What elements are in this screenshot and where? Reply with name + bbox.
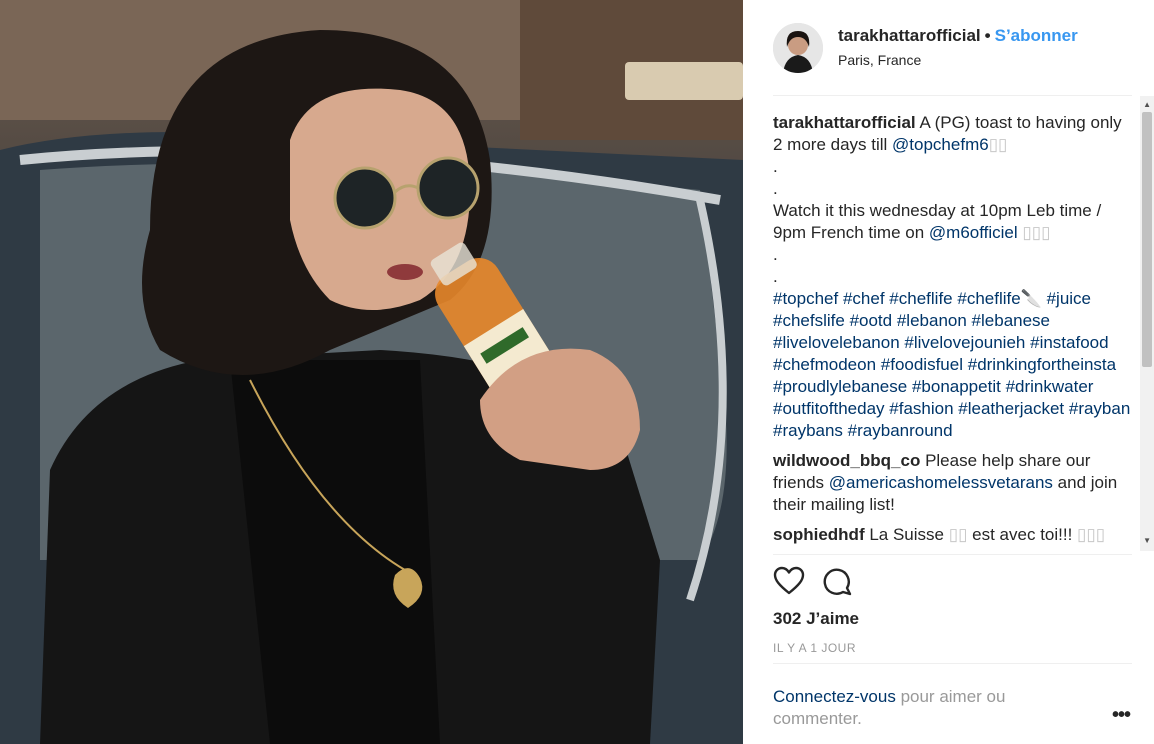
hashtag-link[interactable]: #foodisfuel [881, 355, 963, 374]
caption-username[interactable]: tarakhattarofficial [773, 113, 916, 132]
caption: tarakhattarofficial A (PG) toast to havi… [773, 112, 1133, 442]
taxi-sign [625, 62, 743, 100]
header-separator: • [984, 26, 991, 45]
hashtag-link[interactable]: #chefslife [773, 311, 845, 330]
heart-outline-icon[interactable] [773, 566, 805, 596]
post-side-panel: tarakhattarofficial • S’abonner Paris, Fra… [743, 0, 1154, 744]
hashtag-link[interactable]: #ootd [850, 311, 893, 330]
hashtag-link[interactable]: #lebanon [897, 311, 967, 330]
scroll-down-arrow-icon[interactable]: ▼ [1143, 536, 1151, 545]
comments-divider [773, 554, 1132, 555]
caption-dot: . [773, 245, 778, 264]
hashtag-link[interactable]: #livelovelebanon [773, 333, 900, 352]
scroll-up-arrow-icon[interactable]: ▲ [1143, 100, 1151, 109]
comment-emoji: ▯▯▯ [1077, 525, 1106, 544]
hashtag-link[interactable]: #cheflife [889, 289, 952, 308]
hashtag-link[interactable]: #fashion [889, 399, 953, 418]
post-photo[interactable] [0, 0, 743, 744]
caption-emoji-1: ▯▯ [988, 135, 1008, 154]
more-options-button[interactable]: ••• [1112, 704, 1131, 727]
hashtag-link[interactable]: #lebanese [972, 311, 1050, 330]
hashtag-link[interactable]: #topchef [773, 289, 838, 308]
hashtag-link[interactable]: #livelovejounieh [904, 333, 1025, 352]
header-divider [773, 95, 1132, 96]
caption-dot: . [773, 267, 778, 286]
hashtag-link[interactable]: #bonappetit [912, 377, 1001, 396]
lips [387, 264, 423, 280]
photo-illustration [0, 0, 743, 744]
hashtag-link[interactable]: #raybans [773, 421, 843, 440]
hashtag-link[interactable]: #drinkingfortheinsta [968, 355, 1116, 374]
sunglasses-left-lens [333, 166, 397, 230]
comment-emoji: ▯▯ [948, 525, 968, 544]
header-username-line: tarakhattarofficial • S’abonner [838, 26, 1078, 46]
post-timestamp[interactable]: IL Y A 1 JOUR [773, 641, 856, 655]
comments-list[interactable]: tarakhattarofficial A (PG) toast to havi… [773, 112, 1133, 552]
mention-topchefm6[interactable]: @topchefm6 [892, 135, 989, 154]
hashtag-link[interactable]: #leatherjacket [958, 399, 1064, 418]
location-link[interactable]: Paris, France [838, 52, 921, 68]
hashtag-list: #topchef #chef #cheflife #cheflife🔪 #jui… [773, 289, 1130, 440]
comment-item: sophiedhdf La Suisse ▯▯ est avec toi!!! … [773, 524, 1133, 546]
speech-bubble-icon[interactable] [823, 566, 853, 596]
caption-dot: . [773, 179, 778, 198]
login-prompt: Connectez-vous pour aimer ou commenter. [773, 686, 1053, 730]
hashtag-link[interactable]: #juice [1047, 289, 1091, 308]
hashtag-link[interactable]: #drinkwater [1006, 377, 1094, 396]
avatar-image [773, 23, 823, 73]
comment-text: est avec toi!!! [967, 525, 1078, 544]
post-header: tarakhattarofficial • S’abonner Paris, Fra… [743, 0, 1154, 96]
comment-item: wildwood_bbq_co Please help share our fr… [773, 450, 1133, 516]
hashtag-link[interactable]: #outfitoftheday [773, 399, 885, 418]
login-link[interactable]: Connectez-vous [773, 687, 896, 706]
hashtag-link[interactable]: #raybanround [848, 421, 953, 440]
caption-dot: . [773, 157, 778, 176]
sunglasses-right-lens [416, 156, 480, 220]
comment-username[interactable]: sophiedhdf [773, 525, 865, 544]
hashtag-link[interactable]: #chefmodeon [773, 355, 876, 374]
likes-count[interactable]: 302 J’aime [773, 609, 859, 629]
hashtag-link[interactable]: #instafood [1030, 333, 1108, 352]
mention-m6officiel[interactable]: @m6officiel [929, 223, 1018, 242]
hashtag-link[interactable]: #cheflife🔪 [957, 289, 1042, 308]
hashtag-link[interactable]: #proudlylebanese [773, 377, 907, 396]
comment-username[interactable]: wildwood_bbq_co [773, 451, 920, 470]
comment-mention[interactable]: @americashomelessvetarans [829, 473, 1053, 492]
actions-divider [773, 663, 1132, 664]
comment-text: La Suisse [864, 525, 949, 544]
header-username[interactable]: tarakhattarofficial [838, 26, 981, 45]
hashtag-link[interactable]: #rayban [1069, 399, 1130, 418]
scrollbar-thumb[interactable] [1142, 112, 1152, 367]
follow-button[interactable]: S’abonner [995, 26, 1078, 45]
hashtag-link[interactable]: #chef [843, 289, 885, 308]
avatar[interactable] [773, 23, 823, 73]
caption-emoji-2: ▯▯▯ [1022, 223, 1051, 242]
